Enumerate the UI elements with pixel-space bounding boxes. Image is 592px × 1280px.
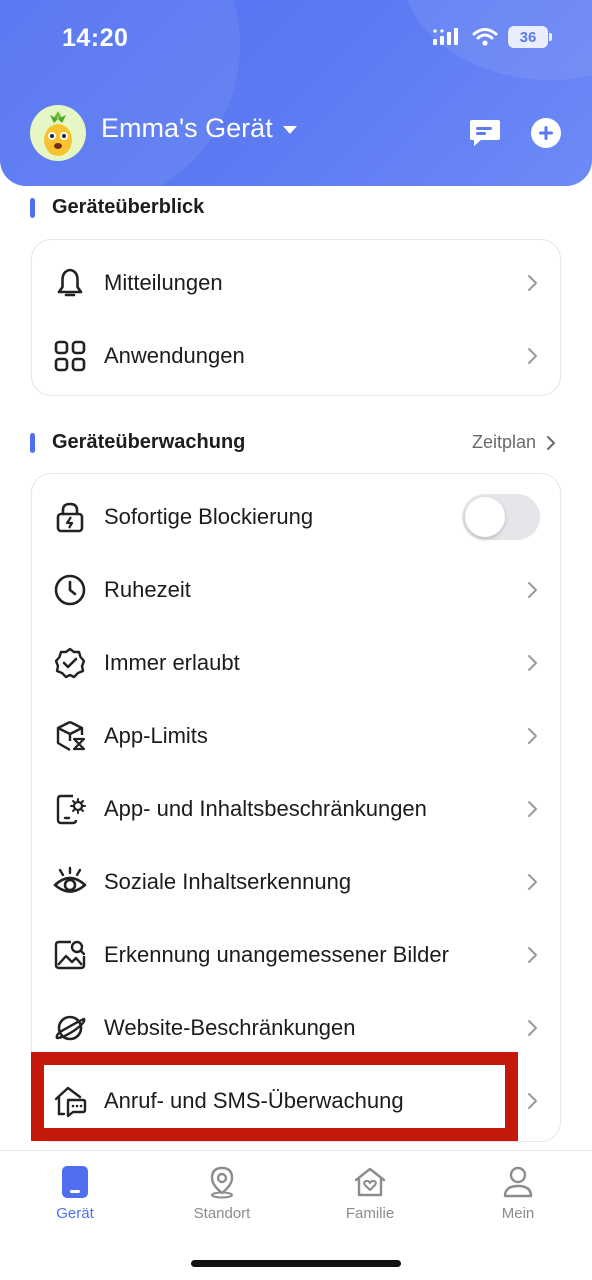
chevron-right-icon (528, 800, 537, 817)
list-item-instant-block: Sofortige Blockierung (32, 480, 560, 553)
cube-hourglass-icon (52, 718, 88, 754)
home-indicator (191, 1260, 401, 1267)
lock-bolt-icon (52, 499, 88, 535)
chevron-right-icon (528, 1019, 537, 1036)
chevron-right-icon (528, 727, 537, 744)
tab-label: Mein (501, 1205, 535, 1222)
list-item-label: App- und Inhaltsbeschränkungen (104, 795, 427, 821)
chevron-right-icon (528, 1092, 537, 1109)
toggle-knob (465, 496, 505, 537)
list-item-social-content[interactable]: Soziale Inhaltserkennung (32, 845, 560, 918)
caret-down-icon (282, 126, 297, 134)
chevron-right-icon (547, 435, 555, 450)
list-item-label: Mitteilungen (104, 269, 223, 295)
list-item-apps[interactable]: Anwendungen (32, 319, 560, 392)
section-title-text: Geräteüberblick (52, 196, 205, 218)
section-title-monitoring: Geräteüberwachung (30, 431, 245, 454)
schedule-link[interactable]: Zeitplan (472, 432, 556, 453)
list-item-always-allowed[interactable]: Immer erlaubt (32, 626, 560, 699)
list-item-label: Website-Beschränkungen (104, 1014, 356, 1040)
list-item-label: Sofortige Blockierung (104, 503, 314, 529)
bell-icon (52, 265, 88, 301)
list-item-label: Ruhezeit (104, 576, 191, 602)
chevron-right-icon (528, 347, 537, 364)
instant-block-toggle[interactable] (462, 493, 540, 540)
family-house-icon (353, 1165, 387, 1199)
chevron-right-icon (528, 274, 537, 291)
add-device-button[interactable] (529, 116, 563, 150)
chevron-right-icon (528, 581, 537, 598)
plus-circle-icon (531, 118, 561, 148)
list-item-app-limits[interactable]: App-Limits (32, 699, 560, 772)
apps-grid-icon (52, 338, 88, 374)
battery-indicator: 36 (508, 26, 552, 48)
phone-gear-icon (52, 791, 88, 827)
section-title-text: Geräteüberwachung (52, 431, 246, 453)
chevron-right-icon (528, 946, 537, 963)
image-search-icon (52, 937, 88, 973)
tab-label: Standort (193, 1205, 251, 1222)
tab-family[interactable]: Familie (325, 1165, 415, 1222)
message-icon (470, 120, 500, 146)
tab-label: Familie (345, 1205, 395, 1222)
tab-me[interactable]: Mein (473, 1165, 563, 1222)
list-item-notifications[interactable]: Mitteilungen (32, 246, 560, 319)
section-marker (30, 432, 35, 453)
home-chat-icon (52, 1083, 88, 1119)
list-item-downtime[interactable]: Ruhezeit (32, 553, 560, 626)
pineapple-avatar-icon (44, 111, 72, 156)
schedule-link-label: Zeitplan (471, 432, 536, 452)
device-selector[interactable]: Emma's Gerät (101, 113, 297, 144)
avatar[interactable] (30, 105, 86, 161)
section-marker (30, 197, 35, 218)
tab-device[interactable]: Gerät (30, 1165, 120, 1222)
list-item-label: Anwendungen (104, 342, 245, 368)
list-item-label: App-Limits (104, 722, 208, 748)
overview-card: Mitteilungen Anwendungen (31, 239, 561, 396)
signal-icon (433, 28, 458, 45)
list-item-label: Soziale Inhaltserkennung (104, 868, 352, 894)
tab-location[interactable]: Standort (177, 1165, 267, 1222)
messages-button[interactable] (468, 116, 502, 150)
location-pin-icon (205, 1165, 239, 1199)
status-time: 14:20 (62, 24, 129, 52)
badge-check-icon (52, 645, 88, 681)
profile-icon (501, 1165, 535, 1199)
monitoring-card: Sofortige Blockierung Ruhezeit Immer erl… (31, 473, 561, 1142)
tab-label: Gerät (56, 1205, 94, 1222)
eye-icon (52, 864, 88, 900)
wifi-icon (472, 28, 498, 46)
clock-icon (52, 572, 88, 608)
device-icon (58, 1165, 92, 1199)
list-item-call-sms-monitoring[interactable]: Anruf- und SMS-Überwachung (32, 1064, 560, 1137)
device-name: Emma's Gerät (101, 113, 273, 143)
list-item-content-restrictions[interactable]: App- und Inhaltsbeschränkungen (32, 772, 560, 845)
list-item-image-detection[interactable]: Erkennung unangemessener Bilder (32, 918, 560, 991)
chevron-right-icon (528, 654, 537, 671)
section-title-overview: Geräteüberblick (30, 196, 204, 219)
list-item-label: Anruf- und SMS-Überwachung (104, 1087, 404, 1113)
status-icons: 36 (432, 26, 552, 48)
list-item-label: Immer erlaubt (104, 649, 240, 675)
list-item-label: Erkennung unangemessener Bilder (104, 941, 449, 967)
list-item-website-restrictions[interactable]: Website-Beschränkungen (32, 991, 560, 1064)
planet-icon (52, 1010, 88, 1046)
chevron-right-icon (528, 873, 537, 890)
